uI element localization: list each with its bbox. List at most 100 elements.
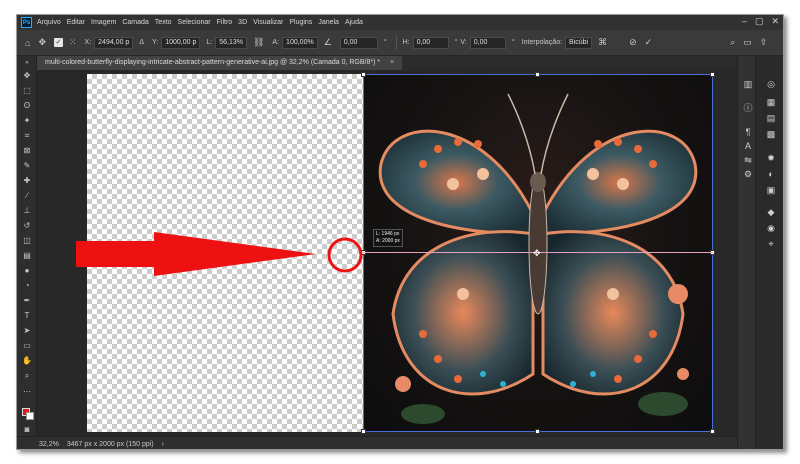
options-bar: ⌂ ✥ ✓ ⁙ X: 2494,00 p Δ Y: 1000,00 p L: 5… bbox=[17, 30, 783, 56]
zoom-level[interactable]: 32,2% bbox=[39, 441, 59, 448]
close-tab-icon[interactable]: × bbox=[390, 59, 394, 66]
brush-tool-icon[interactable]: ∕ bbox=[19, 190, 35, 201]
menu-selecionar[interactable]: Selecionar bbox=[178, 19, 211, 26]
zoom-tool-icon[interactable]: ⌕ bbox=[19, 370, 35, 381]
reference-point-checkbox[interactable]: ✓ bbox=[53, 38, 63, 47]
status-chevron-icon[interactable]: › bbox=[162, 441, 164, 448]
patterns-panel-icon[interactable]: ▩ bbox=[764, 128, 778, 140]
menu-ajuda[interactable]: Ajuda bbox=[345, 19, 363, 26]
menu-editar[interactable]: Editar bbox=[67, 19, 85, 26]
reference-point-icon[interactable]: ⁙ bbox=[69, 37, 77, 48]
interpolation-label: Interpolação: bbox=[521, 39, 563, 46]
transform-handle-top-left[interactable] bbox=[361, 72, 366, 77]
character-panel-icon[interactable]: A bbox=[742, 140, 754, 152]
swatches-panel-icon[interactable]: ▦ bbox=[764, 96, 778, 108]
libraries-panel-icon[interactable]: ▣ bbox=[764, 184, 778, 196]
shape-tool-icon[interactable]: ▭ bbox=[19, 340, 35, 351]
lasso-tool-icon[interactable]: ʘ bbox=[19, 100, 35, 111]
minimize-icon[interactable]: – bbox=[742, 16, 747, 27]
menu-3d[interactable]: 3D bbox=[238, 19, 247, 26]
share-icon[interactable]: ⇪ bbox=[760, 37, 768, 48]
link-icon[interactable]: ⛓ bbox=[253, 37, 264, 48]
gradient-tool-icon[interactable]: ▤ bbox=[19, 250, 35, 261]
blur-tool-icon[interactable]: ● bbox=[19, 265, 35, 276]
home-icon[interactable]: ⌂ bbox=[25, 38, 30, 48]
width-field[interactable]: 56,13% bbox=[215, 36, 247, 49]
background-color-swatch[interactable] bbox=[26, 412, 34, 420]
dodge-tool-icon[interactable]: ◔ bbox=[19, 280, 35, 291]
angle-field[interactable]: 0,00 bbox=[339, 36, 378, 49]
menu-camada[interactable]: Camada bbox=[122, 19, 148, 26]
marquee-tool-icon[interactable]: ⬚ bbox=[19, 85, 35, 96]
crop-tool-icon[interactable]: ⌗ bbox=[19, 130, 35, 141]
quick-mask-icon[interactable]: ◙ bbox=[19, 424, 35, 435]
tools-panel: » ✥ ⬚ ʘ ✦ ⌗ ⊠ ✎ ✚ ∕ ⊥ ↺ ◫ ▤ ● ◔ ✒ T ➤ ▭ … bbox=[17, 56, 37, 436]
adjustments-panel-icon[interactable]: ✹ bbox=[764, 152, 778, 164]
commit-icon[interactable]: ✓ bbox=[645, 37, 653, 48]
hskew-unit: ° bbox=[454, 39, 458, 46]
vskew-field[interactable]: 0,00 bbox=[469, 36, 506, 49]
transform-handle-bottom[interactable] bbox=[535, 429, 540, 434]
menu-visualizar[interactable]: Visualizar bbox=[253, 19, 283, 26]
interpolation-select[interactable]: Bicúbi bbox=[565, 36, 593, 49]
properties-panel-icon[interactable]: ⇋ bbox=[742, 154, 754, 166]
menu-filtro[interactable]: Filtro bbox=[217, 19, 233, 26]
height-field[interactable]: 100,00% bbox=[282, 36, 318, 49]
history-brush-tool-icon[interactable]: ↺ bbox=[19, 220, 35, 231]
layers-panel-icon[interactable]: ◆ bbox=[764, 206, 778, 218]
eraser-tool-icon[interactable]: ◫ bbox=[19, 235, 35, 246]
channels-panel-icon[interactable]: ◉ bbox=[764, 222, 778, 234]
right-panels: ◎ ▦ ▤ ▩ ✹ ◐ ▣ ◆ ◉ ⌖ bbox=[755, 56, 783, 449]
vskew-unit: ° bbox=[511, 39, 515, 46]
hand-tool-icon[interactable]: ✋ bbox=[19, 355, 35, 366]
divider bbox=[395, 35, 397, 50]
search-icon[interactable]: ⌕ bbox=[730, 37, 735, 48]
vskew-label: V: bbox=[460, 39, 467, 46]
readout-height: A: 2000 px bbox=[376, 238, 400, 244]
magic-wand-tool-icon[interactable]: ✦ bbox=[19, 115, 35, 126]
frame-tool-icon[interactable]: ⊠ bbox=[19, 145, 35, 156]
paragraph-panel-icon[interactable]: ¶ bbox=[742, 126, 754, 138]
menu-arquivo[interactable]: Arquivo bbox=[37, 19, 61, 26]
eyedropper-tool-icon[interactable]: ✎ bbox=[19, 160, 35, 171]
styles-panel-icon[interactable]: ◐ bbox=[764, 168, 778, 180]
menu-imagem[interactable]: Imagem bbox=[91, 19, 116, 26]
healing-brush-tool-icon[interactable]: ✚ bbox=[19, 175, 35, 186]
cancel-icon[interactable]: ⊘ bbox=[629, 37, 637, 48]
hskew-field[interactable]: 0,00 bbox=[412, 36, 449, 49]
history-panel-icon[interactable]: ▥ bbox=[742, 78, 754, 90]
more-tools-icon[interactable]: ⋯ bbox=[19, 386, 35, 397]
transform-handle-bottom-right[interactable] bbox=[710, 429, 715, 434]
transform-handle-bottom-left[interactable] bbox=[361, 429, 366, 434]
clone-stamp-tool-icon[interactable]: ⊥ bbox=[19, 205, 35, 216]
warp-icon[interactable]: ⌘ bbox=[598, 37, 607, 48]
info-panel-icon[interactable]: ⓘ bbox=[742, 102, 754, 114]
transform-handle-top-right[interactable] bbox=[710, 72, 715, 77]
paths-panel-icon[interactable]: ⌖ bbox=[764, 238, 778, 250]
transform-center-icon[interactable]: ✥ bbox=[533, 248, 541, 259]
type-tool-icon[interactable]: T bbox=[19, 310, 35, 321]
document-tab[interactable]: multi-colored-butterfly-displaying-intri… bbox=[37, 56, 403, 70]
x-field[interactable]: 2494,00 p bbox=[94, 36, 134, 49]
move-tool-icon[interactable]: ✥ bbox=[19, 70, 35, 81]
workspace-icon[interactable]: ▭ bbox=[743, 37, 752, 48]
y-field[interactable]: 1000,00 p bbox=[161, 36, 201, 49]
delta-icon[interactable]: Δ bbox=[139, 39, 144, 46]
transform-handle-top[interactable] bbox=[535, 72, 540, 77]
menu-plugins[interactable]: Plugins bbox=[289, 19, 312, 26]
close-window-icon[interactable]: ✕ bbox=[771, 16, 779, 27]
pen-tool-icon[interactable]: ✒ bbox=[19, 295, 35, 306]
menu-janela[interactable]: Janela bbox=[318, 19, 339, 26]
color-panel-icon[interactable]: ◎ bbox=[764, 78, 778, 90]
status-bar: 32,2% 3467 px x 2000 px (150 ppi) › bbox=[17, 436, 737, 449]
canvas-area[interactable]: ✥ L: 1946 px A: 2000 px bbox=[37, 70, 737, 437]
path-selection-tool-icon[interactable]: ➤ bbox=[19, 325, 35, 336]
move-tool-icon[interactable]: ✥ bbox=[38, 37, 46, 48]
menu-texto[interactable]: Texto bbox=[155, 19, 172, 26]
document-info: 3467 px x 2000 px (150 ppi) bbox=[66, 440, 154, 448]
gradients-panel-icon[interactable]: ▤ bbox=[764, 112, 778, 124]
glyphs-panel-icon[interactable]: ⚙ bbox=[742, 168, 754, 180]
menu-bar: Ps Arquivo Editar Imagem Camada Texto Se… bbox=[17, 15, 783, 30]
maximize-icon[interactable]: ▢ bbox=[755, 16, 764, 27]
toolbar-collapse-icon[interactable]: » bbox=[19, 58, 35, 69]
